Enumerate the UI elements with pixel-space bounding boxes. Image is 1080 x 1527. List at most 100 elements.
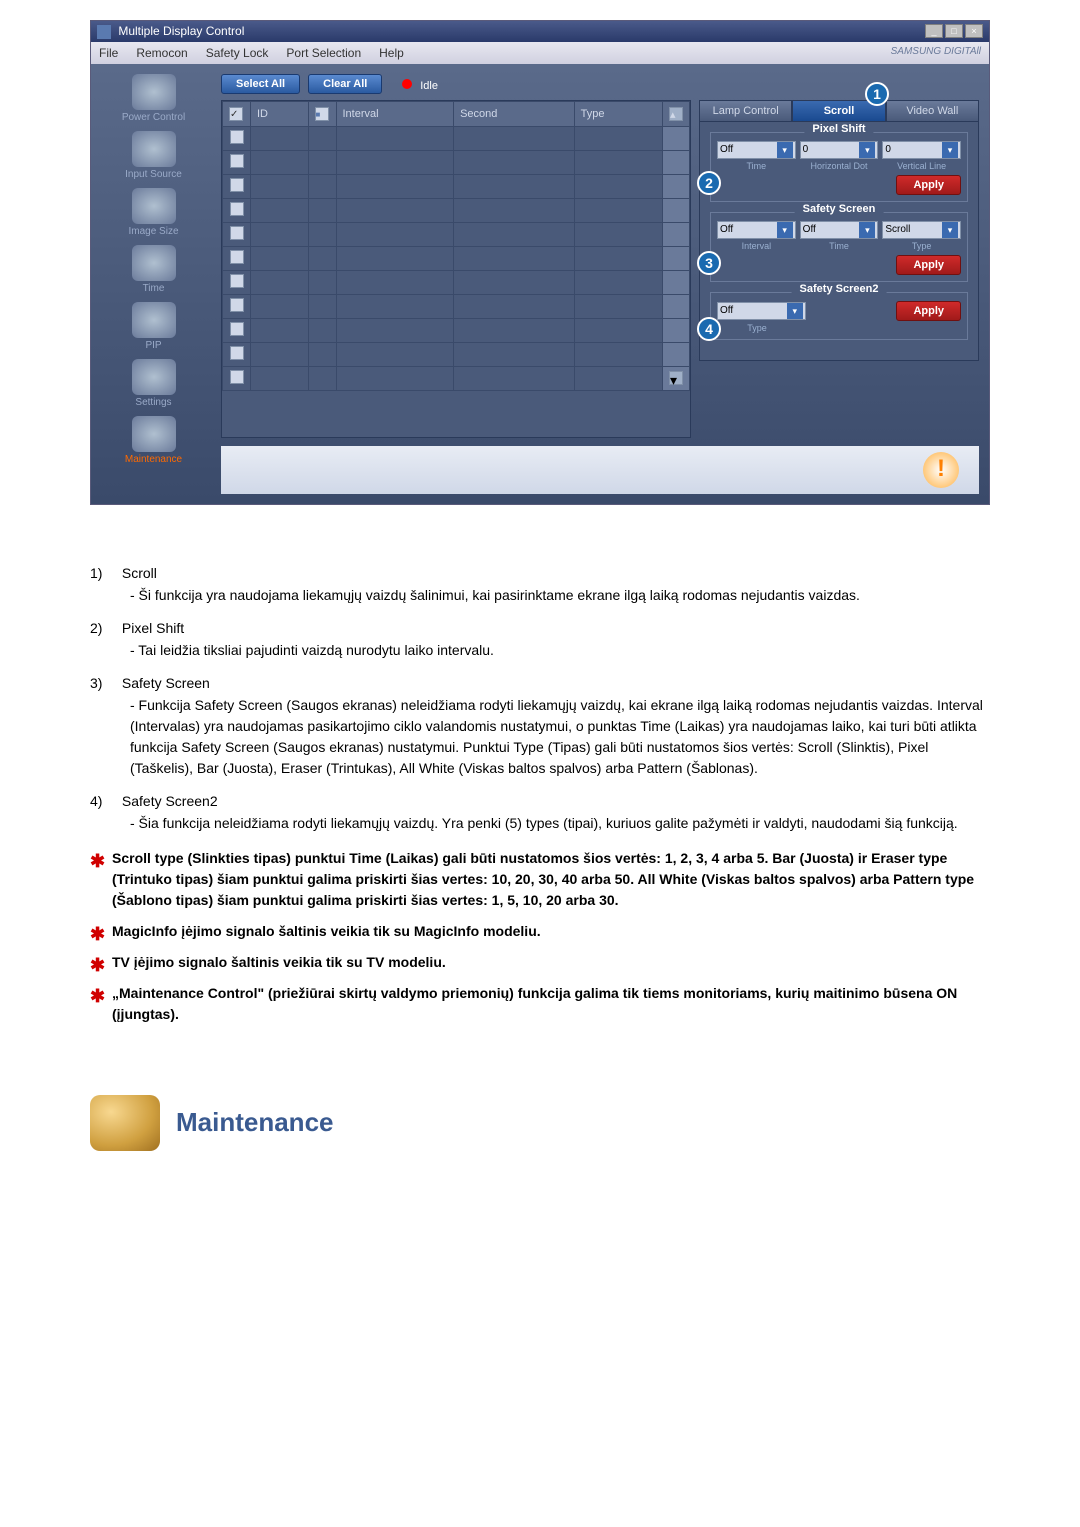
pixel-shift-hdot-select[interactable]: 0▾ <box>800 141 879 159</box>
col-id[interactable]: ID <box>251 101 309 126</box>
table-row[interactable] <box>223 318 690 342</box>
callout-2: 2 <box>697 171 721 195</box>
sidebar-item-input-source[interactable]: Input Source <box>96 131 211 180</box>
sidebar-item-image-size[interactable]: Image Size <box>96 188 211 237</box>
table-row[interactable] <box>223 174 690 198</box>
sidebar-label: Settings <box>96 397 211 408</box>
doc-num: 3) <box>90 675 118 691</box>
doc-title: Pixel Shift <box>122 620 184 636</box>
chevron-down-icon: ▾ <box>777 222 793 238</box>
table-row[interactable] <box>223 222 690 246</box>
col-second[interactable]: Second <box>454 101 575 126</box>
sidebar-item-maintenance[interactable]: Maintenance <box>96 416 211 465</box>
menu-safety-lock[interactable]: Safety Lock <box>206 46 269 60</box>
maximize-button[interactable]: □ <box>945 24 963 38</box>
col-icon[interactable] <box>308 101 336 126</box>
pixel-shift-time-select[interactable]: Off▾ <box>717 141 796 159</box>
sidebar-label: PIP <box>96 340 211 351</box>
menu-port-selection[interactable]: Port Selection <box>286 46 361 60</box>
sidebar-item-pip[interactable]: PIP <box>96 302 211 351</box>
content-row: ID Interval Second Type ▴ <box>221 100 979 438</box>
doc-body: 1) Scroll - Ši funkcija yra naudojama li… <box>90 565 990 1025</box>
image-size-icon <box>132 188 176 224</box>
table-row[interactable]: ▾ <box>223 366 690 390</box>
row-checkbox[interactable] <box>230 274 244 288</box>
star-note: „Maintenance Control" (priežiūrai skirtų… <box>90 983 990 1025</box>
callout-3: 3 <box>697 251 721 275</box>
doc-title: Safety Screen2 <box>122 793 218 809</box>
row-checkbox[interactable] <box>230 370 244 384</box>
col-type[interactable]: Type <box>574 101 662 126</box>
row-checkbox[interactable] <box>230 130 244 144</box>
menu-file[interactable]: File <box>99 46 118 60</box>
group-title: Safety Screen <box>795 203 884 215</box>
settings-icon <box>132 359 176 395</box>
menubar: File Remocon Safety Lock Port Selection … <box>91 42 989 64</box>
table-row[interactable] <box>223 150 690 174</box>
table-row[interactable] <box>223 294 690 318</box>
chevron-down-icon: ▾ <box>859 222 875 238</box>
table-row[interactable] <box>223 342 690 366</box>
sidebar-item-power-control[interactable]: Power Control <box>96 74 211 123</box>
status-dot-icon <box>402 79 412 89</box>
row-checkbox[interactable] <box>230 346 244 360</box>
row-checkbox[interactable] <box>230 298 244 312</box>
select-all-button[interactable]: Select All <box>221 74 300 94</box>
row-checkbox[interactable] <box>230 202 244 216</box>
display-table: ID Interval Second Type ▴ <box>221 100 691 438</box>
table-row[interactable] <box>223 246 690 270</box>
time-icon <box>132 245 176 281</box>
chevron-down-icon: ▾ <box>942 142 958 158</box>
safety-screen2-type-select[interactable]: Off▾ <box>717 302 806 320</box>
menu-help[interactable]: Help <box>379 46 404 60</box>
clear-all-button[interactable]: Clear All <box>308 74 382 94</box>
doc-item: 1) Scroll - Ši funkcija yra naudojama li… <box>90 565 990 606</box>
group-title: Safety Screen2 <box>792 283 887 295</box>
row-checkbox[interactable] <box>230 250 244 264</box>
col-check[interactable] <box>223 101 251 126</box>
right-panel: Lamp Control Scroll Video Wall 1 Pixel S… <box>699 100 979 438</box>
tabs: Lamp Control Scroll Video Wall 1 <box>699 100 979 122</box>
callout-4: 4 <box>697 317 721 341</box>
doc-desc: - Tai leidžia tiksliai pajudinti vaizdą … <box>130 640 990 661</box>
safety-screen-type-select[interactable]: Scroll▾ <box>882 221 961 239</box>
table-row[interactable] <box>223 270 690 294</box>
footer-bar: ! <box>221 446 979 494</box>
sidebar-item-settings[interactable]: Settings <box>96 359 211 408</box>
star-note: Scroll type (Slinkties tipas) punktui Ti… <box>90 848 990 911</box>
table-row[interactable] <box>223 198 690 222</box>
pixel-shift-group: Pixel Shift 2 Off▾ 0▾ 0▾ Time Horizontal… <box>710 132 968 202</box>
field-label: Time <box>717 159 796 171</box>
safety-screen-apply-button[interactable]: Apply <box>896 255 961 275</box>
tab-lamp-control[interactable]: Lamp Control <box>699 100 792 122</box>
menu-remocon[interactable]: Remocon <box>136 46 187 60</box>
scroll-up[interactable]: ▴ <box>663 101 690 126</box>
chevron-down-icon: ▾ <box>777 142 793 158</box>
warning-icon: ! <box>923 452 959 488</box>
close-button[interactable]: × <box>965 24 983 38</box>
pixel-shift-vline-select[interactable]: 0▾ <box>882 141 961 159</box>
safety-screen2-apply-button[interactable]: Apply <box>896 301 961 321</box>
minimize-button[interactable]: _ <box>925 24 943 38</box>
row-checkbox[interactable] <box>230 226 244 240</box>
doc-num: 4) <box>90 793 118 809</box>
col-interval[interactable]: Interval <box>336 101 454 126</box>
table-row[interactable] <box>223 126 690 150</box>
safety-screen-time-select[interactable]: Off▾ <box>800 221 879 239</box>
app-icon <box>97 25 111 39</box>
sidebar-label: Maintenance <box>96 454 211 465</box>
status-text: Idle <box>420 80 438 92</box>
doc-desc: - Šia funkcija neleidžiama rodyti liekam… <box>130 813 990 834</box>
row-checkbox[interactable] <box>230 154 244 168</box>
window-controls: _ □ × <box>925 24 983 38</box>
pixel-shift-apply-button[interactable]: Apply <box>896 175 961 195</box>
safety-screen-interval-select[interactable]: Off▾ <box>717 221 796 239</box>
row-checkbox[interactable] <box>230 322 244 336</box>
row-checkbox[interactable] <box>230 178 244 192</box>
chevron-down-icon: ▾ <box>942 222 958 238</box>
tab-video-wall[interactable]: Video Wall <box>886 100 979 122</box>
section-heading: Maintenance <box>90 1095 990 1151</box>
scroll-down[interactable]: ▾ <box>663 366 690 390</box>
sidebar-item-time[interactable]: Time <box>96 245 211 294</box>
callout-1: 1 <box>865 82 889 106</box>
